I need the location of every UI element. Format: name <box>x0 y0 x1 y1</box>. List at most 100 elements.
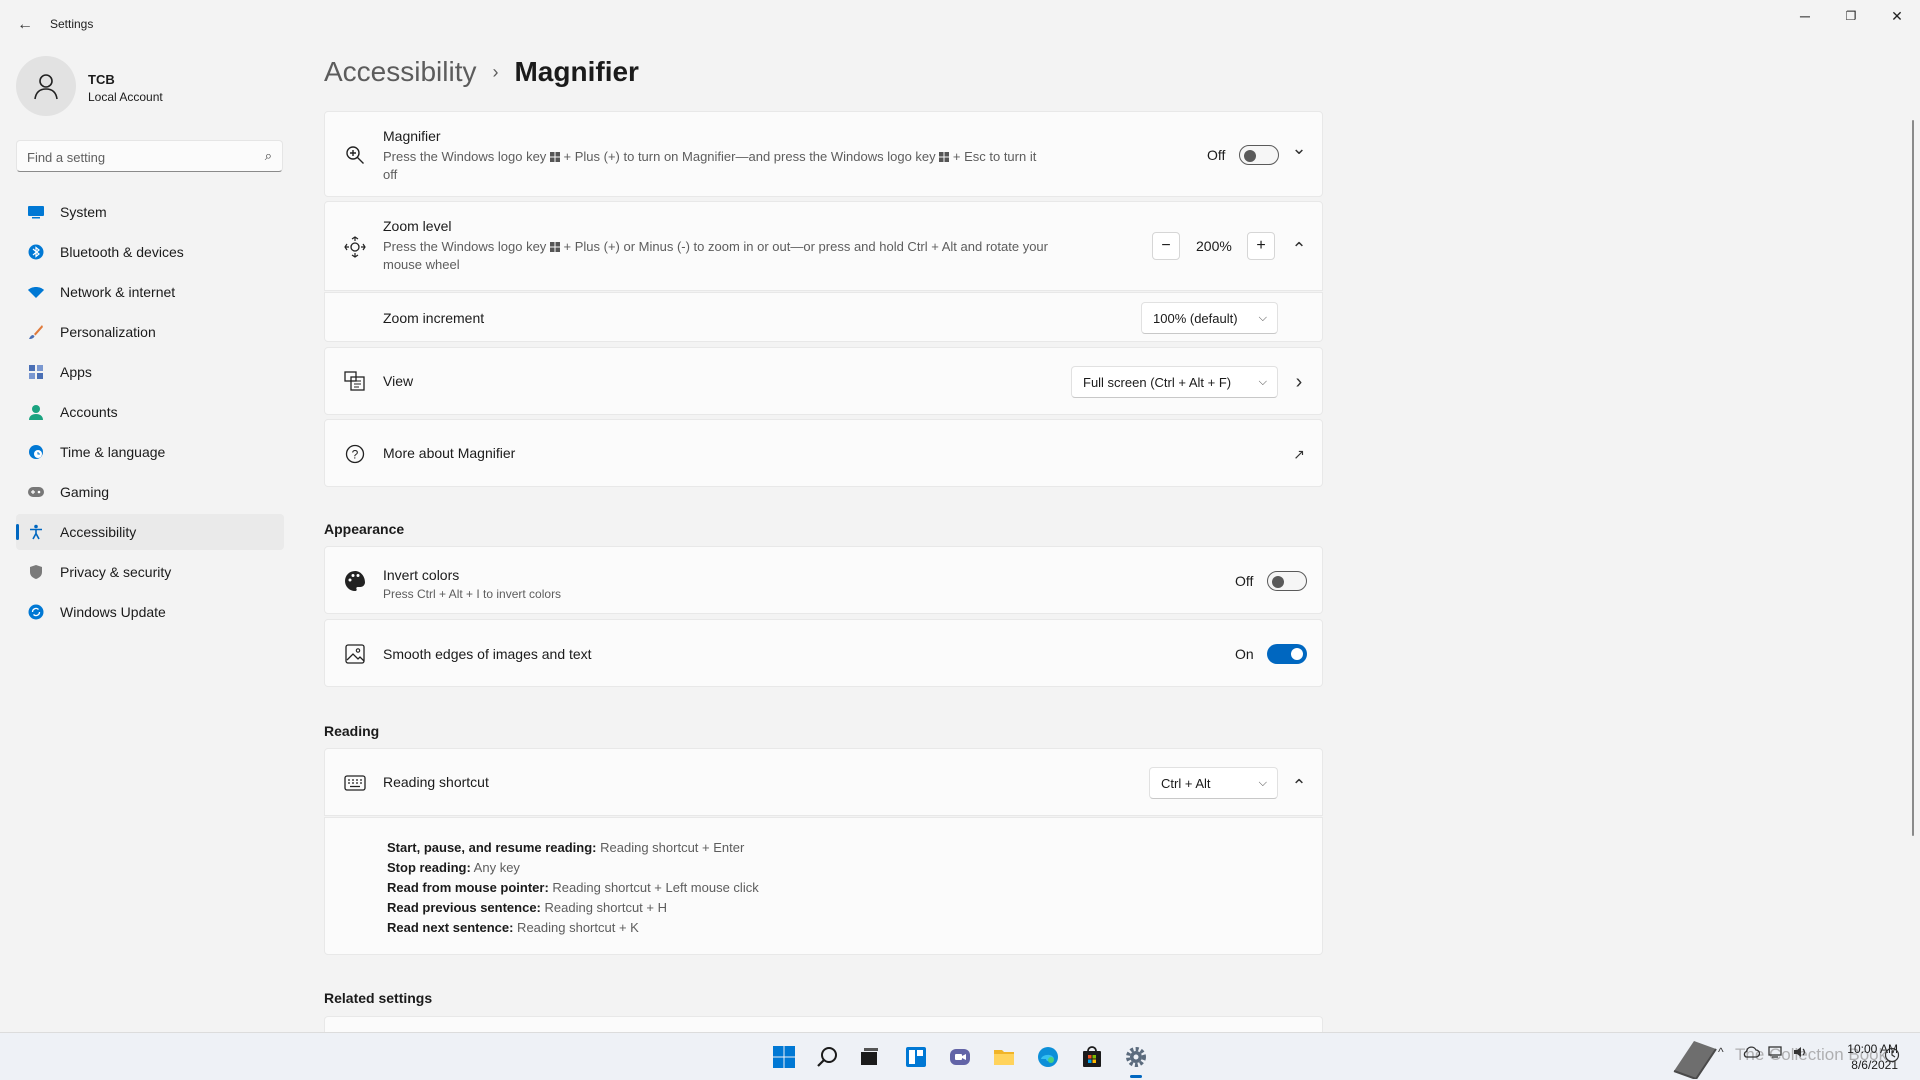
windows-logo-icon <box>549 239 560 252</box>
shortcut-value: Reading shortcut + Left mouse click <box>548 880 759 895</box>
desc-text: off <box>383 167 398 182</box>
sidebar-item-label: Privacy & security <box>60 564 172 580</box>
title-bar: ← Settings ─ ❐ ✕ <box>0 0 1920 48</box>
magnifier-toggle[interactable] <box>1239 145 1279 165</box>
task-view-icon[interactable] <box>856 1043 884 1071</box>
taskbar: The Collection Book ^ 10:00 AM 8/6/2021 <box>0 1032 1920 1080</box>
minimize-button[interactable]: ─ <box>1782 4 1828 28</box>
zoom-out-button[interactable]: − <box>1152 232 1180 260</box>
accessibility-icon <box>26 522 46 542</box>
palette-icon <box>343 569 367 593</box>
list-item: Read previous sentence: Reading shortcut… <box>387 898 759 918</box>
sidebar-item-label: Bluetooth & devices <box>60 244 184 260</box>
reading-shortcut-title: Reading shortcut <box>383 774 489 790</box>
reading-shortcut-value: Ctrl + Alt <box>1161 775 1211 791</box>
zoom-in-icon <box>343 143 367 167</box>
invert-colors-toggle[interactable] <box>1267 571 1307 591</box>
gamepad-icon <box>26 482 46 502</box>
smooth-edges-card[interactable]: Smooth edges of images and text On <box>324 619 1323 687</box>
sidebar-item-label: Apps <box>60 364 92 380</box>
volume-icon[interactable] <box>1792 1045 1810 1062</box>
search-icon[interactable] <box>814 1043 842 1071</box>
chevron-up-icon[interactable]: ⌃ <box>1287 238 1311 262</box>
zoom-level-title: Zoom level <box>383 218 452 234</box>
magnifier-setting-card[interactable]: Magnifier Press the Windows logo key + P… <box>324 111 1323 197</box>
zoom-increment-dropdown[interactable]: 100% (default) ⌵ <box>1141 302 1278 334</box>
close-button[interactable]: ✕ <box>1874 4 1920 28</box>
chat-icon[interactable] <box>946 1043 974 1071</box>
sidebar-item-label: Gaming <box>60 484 110 500</box>
file-explorer-icon[interactable] <box>990 1043 1018 1071</box>
zoom-in-button[interactable]: + <box>1247 232 1275 260</box>
sidebar-item-windows-update[interactable]: Windows Update <box>16 594 284 630</box>
tray-chevron-icon[interactable]: ^ <box>1718 1045 1724 1059</box>
sidebar-item-label: System <box>60 204 107 220</box>
apps-icon <box>26 362 46 382</box>
cloud-icon[interactable] <box>1742 1045 1761 1062</box>
shortcut-label: Read next sentence: <box>387 920 514 935</box>
external-link-icon[interactable]: ↗ <box>1287 442 1311 466</box>
settings-icon[interactable] <box>1122 1043 1150 1078</box>
sidebar-item-time-language[interactable]: Time & language <box>16 434 284 470</box>
profile-account-type: Local Account <box>88 90 163 104</box>
zoom-increment-value: 100% (default) <box>1153 310 1238 326</box>
windows-logo-icon <box>549 149 560 162</box>
back-arrow-icon[interactable]: ← <box>14 14 36 36</box>
more-about-magnifier-link[interactable]: ? More about Magnifier ↗ <box>324 419 1323 487</box>
magnifier-description: Press the Windows logo key + Plus (+) to… <box>383 148 1036 184</box>
shortcut-label: Read from mouse pointer: <box>387 880 549 895</box>
zoom-target-icon <box>343 235 367 259</box>
update-icon <box>26 602 46 622</box>
view-icon <box>343 370 367 394</box>
reading-shortcut-dropdown[interactable]: Ctrl + Alt ⌵ <box>1149 767 1278 799</box>
desc-text: Press the Windows logo key <box>383 149 550 164</box>
network-icon[interactable] <box>1768 1045 1786 1062</box>
sidebar-item-privacy-security[interactable]: Privacy & security <box>16 554 284 590</box>
restore-button[interactable]: ❐ <box>1828 4 1874 28</box>
windows-logo-icon <box>939 149 950 162</box>
chevron-up-icon[interactable]: ⌃ <box>1287 775 1311 799</box>
breadcrumb-parent-link[interactable]: Accessibility <box>324 56 476 88</box>
image-icon <box>343 642 367 666</box>
sidebar-item-bluetooth[interactable]: Bluetooth & devices <box>16 234 284 270</box>
search-box[interactable]: ⌕ <box>16 140 283 172</box>
system-icon <box>26 202 46 222</box>
smooth-edges-title: Smooth edges of images and text <box>383 646 592 662</box>
sidebar-item-gaming[interactable]: Gaming <box>16 474 284 510</box>
sidebar-item-network[interactable]: Network & internet <box>16 274 284 310</box>
store-icon[interactable] <box>1078 1043 1106 1071</box>
scrollbar[interactable] <box>1912 120 1914 836</box>
sidebar-item-apps[interactable]: Apps <box>16 354 284 390</box>
reading-shortcut-details: Start, pause, and resume reading: Readin… <box>324 817 1323 955</box>
view-setting-card[interactable]: View Full screen (Ctrl + Alt + F) ⌵ › <box>324 347 1323 415</box>
chevron-right-icon[interactable]: › <box>1287 370 1311 394</box>
smooth-edges-state-label: On <box>1235 646 1254 662</box>
desc-text: mouse wheel <box>383 257 460 272</box>
desc-text: + Plus (+) or Minus (-) to zoom in or ou… <box>559 239 1048 254</box>
related-settings-card[interactable] <box>324 1016 1323 1032</box>
start-icon[interactable] <box>770 1043 798 1071</box>
sidebar-item-system[interactable]: System <box>16 194 284 230</box>
notification-icon[interactable] <box>1884 1047 1900 1066</box>
chevron-down-icon[interactable]: ⌄ <box>1287 139 1311 165</box>
user-profile[interactable]: TCB Local Account <box>16 56 286 120</box>
sidebar-item-label: Windows Update <box>60 604 166 620</box>
shortcut-value: Any key <box>470 860 520 875</box>
zoom-increment-title: Zoom increment <box>383 310 485 326</box>
search-input[interactable] <box>25 147 249 167</box>
sidebar-item-label: Network & internet <box>60 284 176 300</box>
svg-text:?: ? <box>352 448 359 462</box>
sidebar-item-personalization[interactable]: Personalization <box>16 314 284 350</box>
widgets-icon[interactable] <box>902 1043 930 1071</box>
sidebar-item-accounts[interactable]: Accounts <box>16 394 284 430</box>
chevron-right-icon: › <box>492 61 499 82</box>
help-circle-icon: ? <box>343 442 367 466</box>
invert-colors-card[interactable]: Invert colors Press Ctrl + Alt + I to in… <box>324 546 1323 614</box>
keyboard-icon <box>343 771 367 795</box>
profile-name: TCB <box>88 72 115 87</box>
list-item: Start, pause, and resume reading: Readin… <box>387 838 759 858</box>
view-mode-dropdown[interactable]: Full screen (Ctrl + Alt + F) ⌵ <box>1071 366 1278 398</box>
edge-icon[interactable] <box>1034 1043 1062 1071</box>
smooth-edges-toggle[interactable] <box>1267 644 1307 664</box>
sidebar-item-accessibility[interactable]: Accessibility <box>16 514 284 550</box>
